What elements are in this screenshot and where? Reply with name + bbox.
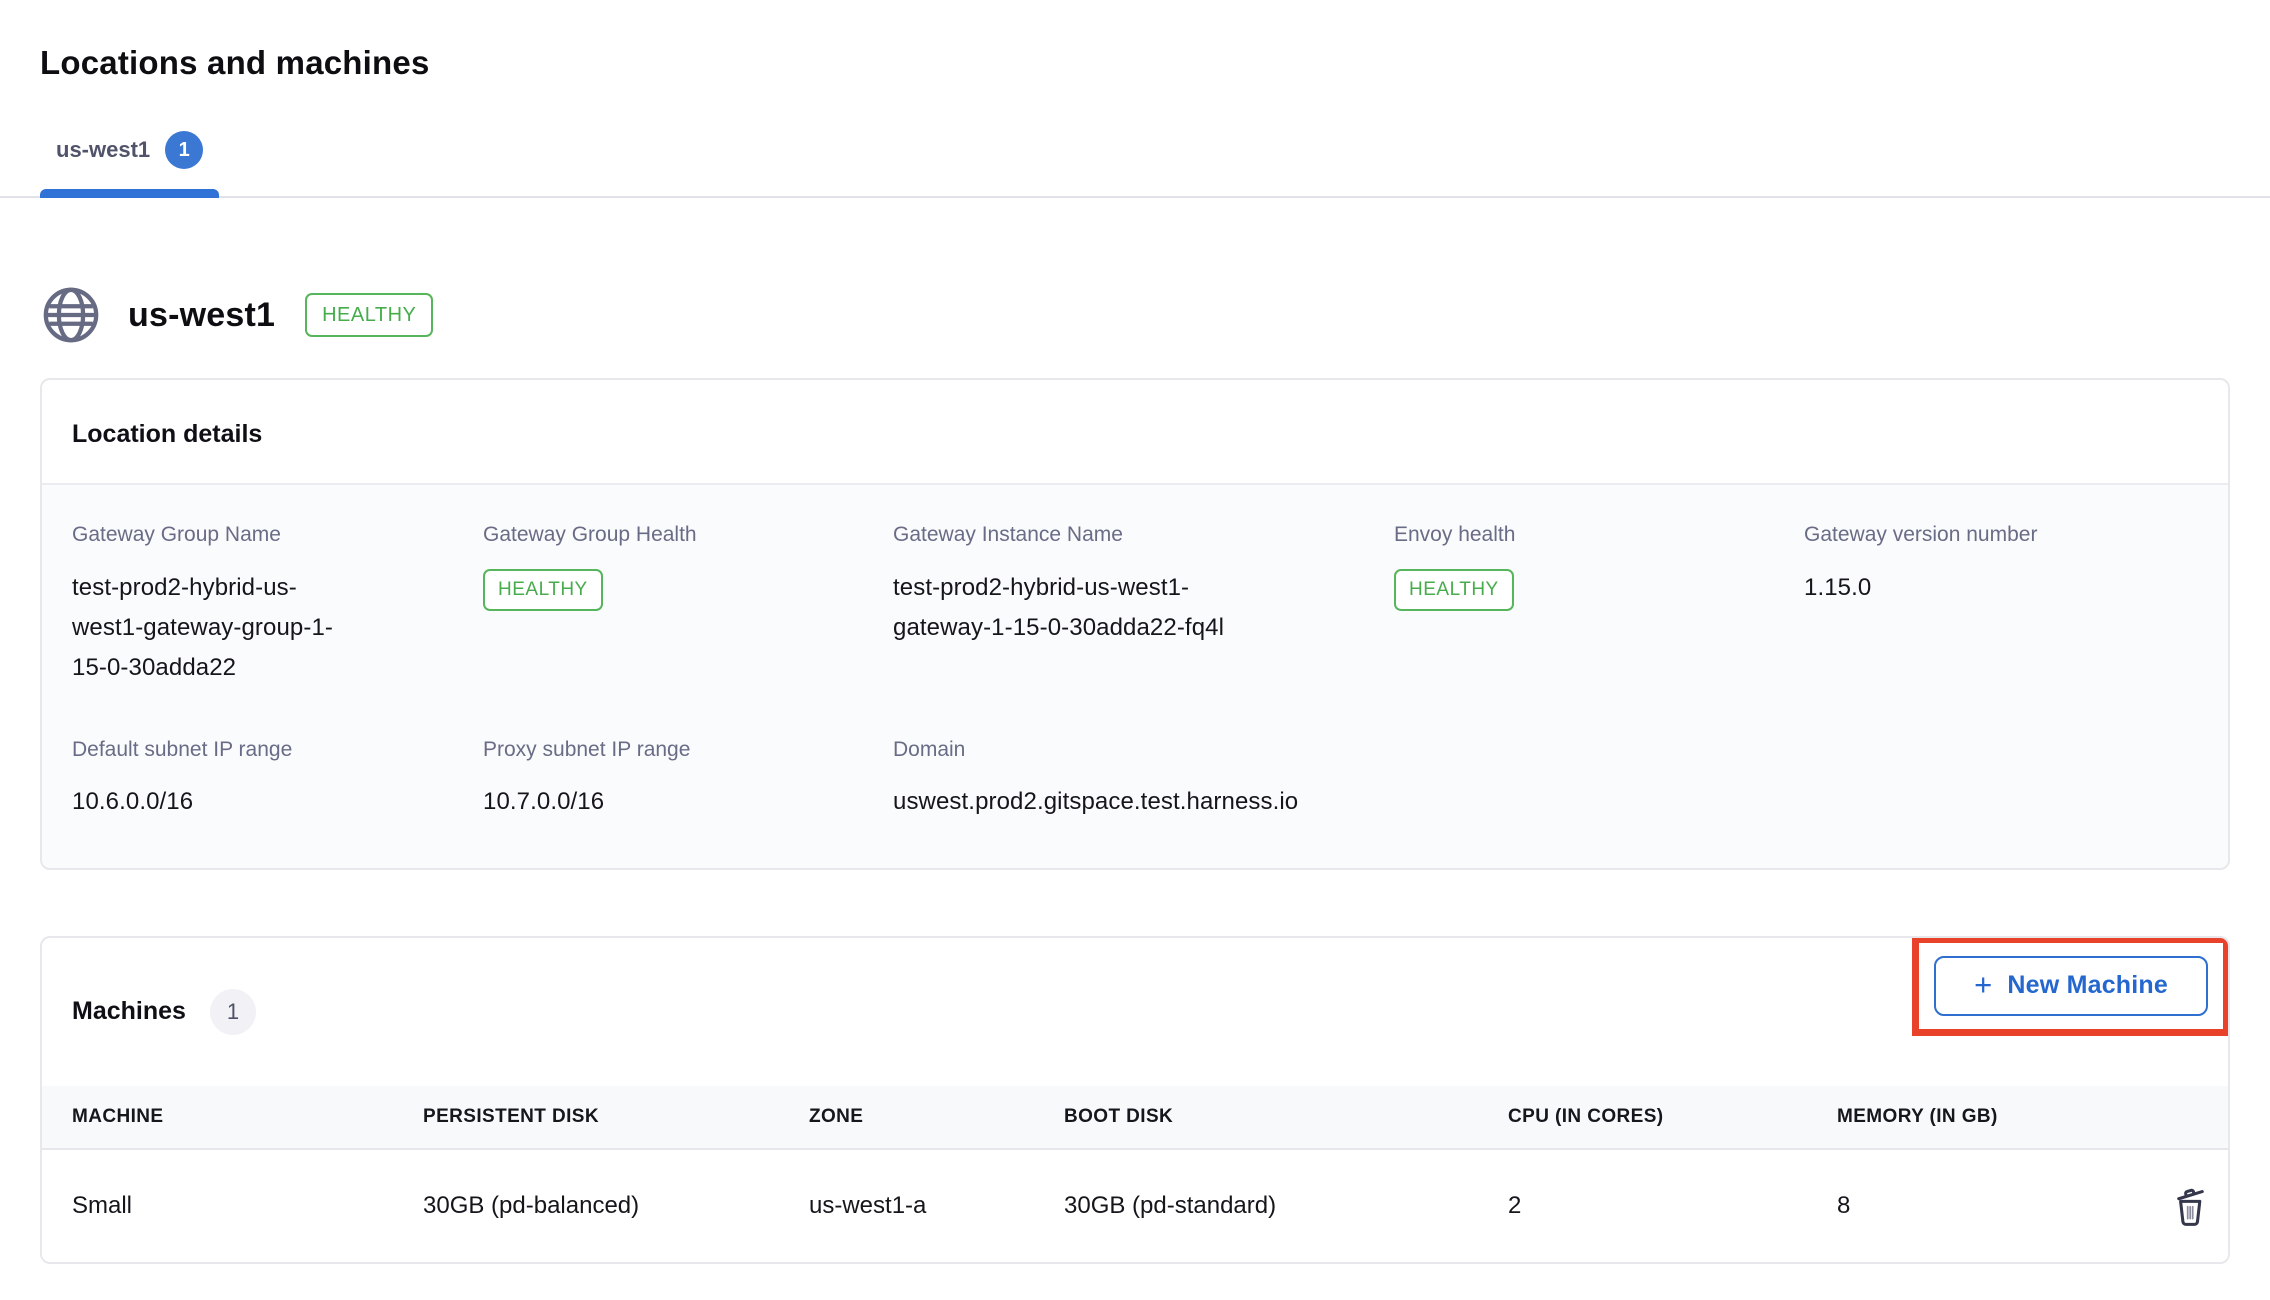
field-value: 1.15.0 — [1804, 568, 2198, 608]
column-header-boot-disk: BOOT DISK — [1064, 1106, 1508, 1128]
field-label: Default subnet IP range — [72, 736, 483, 763]
persistent-disk-cell: 30GB (pd-balanced) — [423, 1192, 809, 1220]
gateway-group-health-badge: HEALTHY — [483, 569, 603, 612]
machines-header: Machines 1 + New Machine — [42, 938, 2228, 1086]
machines-title: Machines — [72, 997, 186, 1026]
new-machine-button-label: New Machine — [2007, 971, 2168, 1000]
details-row-1: Gateway Group Name test-prod2-hybrid-us-… — [72, 521, 2198, 687]
field-value: test-prod2-hybrid-us-west1-gateway-1-15-… — [893, 568, 1245, 648]
field-value: 10.6.0.0/16 — [72, 782, 483, 822]
column-header-memory: MEMORY (IN GB) — [1837, 1106, 2167, 1128]
location-name: us-west1 — [128, 296, 275, 335]
tab-count-badge: 1 — [165, 131, 203, 169]
field-label: Proxy subnet IP range — [483, 736, 893, 763]
machines-count-badge: 1 — [210, 989, 256, 1035]
field-label: Gateway version number — [1804, 521, 2198, 548]
details-row-2: Default subnet IP range 10.6.0.0/16 Prox… — [72, 736, 2198, 822]
machines-card: Machines 1 + New Machine MACHINE PERSIST… — [40, 936, 2230, 1264]
field-value: uswest.prod2.gitspace.test.harness.io — [893, 782, 1394, 822]
column-header-persistent-disk: PERSISTENT DISK — [423, 1106, 809, 1128]
zone-cell: us-west1-a — [809, 1192, 1064, 1220]
field-value: test-prod2-hybrid-us-west1-gateway-group… — [72, 568, 352, 688]
cpu-cell: 2 — [1508, 1192, 1837, 1220]
field-gateway-version: Gateway version number 1.15.0 — [1804, 521, 2198, 687]
location-heading: us-west1 HEALTHY — [40, 284, 2230, 346]
column-header-cpu: CPU (IN CORES) — [1508, 1106, 1837, 1128]
location-details-card: Location details Gateway Group Name test… — [40, 378, 2230, 870]
field-gateway-instance-name: Gateway Instance Name test-prod2-hybrid-… — [893, 521, 1394, 687]
annotation-highlight-box: + New Machine — [1912, 936, 2230, 1036]
tab-bar: us-west1 1 — [0, 117, 2270, 198]
plus-icon: + — [1974, 969, 1992, 1000]
field-label: Gateway Instance Name — [893, 521, 1394, 548]
tab-label: us-west1 — [56, 137, 150, 163]
delete-machine-button[interactable] — [2167, 1183, 2230, 1229]
field-label: Domain — [893, 736, 1394, 763]
column-header-machine: MACHINE — [72, 1106, 423, 1128]
page-title: Locations and machines — [40, 42, 2230, 83]
field-gateway-group-health: Gateway Group Health HEALTHY — [483, 521, 893, 687]
field-label: Gateway Group Health — [483, 521, 893, 548]
machine-name-cell: Small — [72, 1192, 423, 1220]
machines-table-header: MACHINE PERSISTENT DISK ZONE BOOT DISK C… — [42, 1086, 2228, 1148]
page: Locations and machines us-west1 1 us-wes… — [0, 0, 2270, 1264]
field-label: Gateway Group Name — [72, 521, 483, 548]
table-row: Small 30GB (pd-balanced) us-west1-a 30GB… — [42, 1148, 2228, 1262]
globe-icon — [40, 284, 102, 346]
new-machine-button[interactable]: + New Machine — [1934, 956, 2208, 1016]
boot-disk-cell: 30GB (pd-standard) — [1064, 1192, 1508, 1220]
trash-icon — [2167, 1183, 2213, 1229]
memory-cell: 8 — [1837, 1192, 2167, 1220]
field-default-subnet: Default subnet IP range 10.6.0.0/16 — [72, 736, 483, 822]
field-value: 10.7.0.0/16 — [483, 782, 893, 822]
column-header-zone: ZONE — [809, 1106, 1064, 1128]
tab-us-west1[interactable]: us-west1 1 — [40, 117, 219, 196]
field-label: Envoy health — [1394, 521, 1804, 548]
field-proxy-subnet: Proxy subnet IP range 10.7.0.0/16 — [483, 736, 893, 822]
field-gateway-group-name: Gateway Group Name test-prod2-hybrid-us-… — [72, 521, 483, 687]
location-details-title: Location details — [42, 380, 2228, 485]
field-envoy-health: Envoy health HEALTHY — [1394, 521, 1804, 687]
location-health-badge: HEALTHY — [305, 293, 433, 337]
field-domain: Domain uswest.prod2.gitspace.test.harnes… — [893, 736, 1394, 822]
location-details-body: Gateway Group Name test-prod2-hybrid-us-… — [42, 485, 2228, 868]
envoy-health-badge: HEALTHY — [1394, 569, 1514, 612]
